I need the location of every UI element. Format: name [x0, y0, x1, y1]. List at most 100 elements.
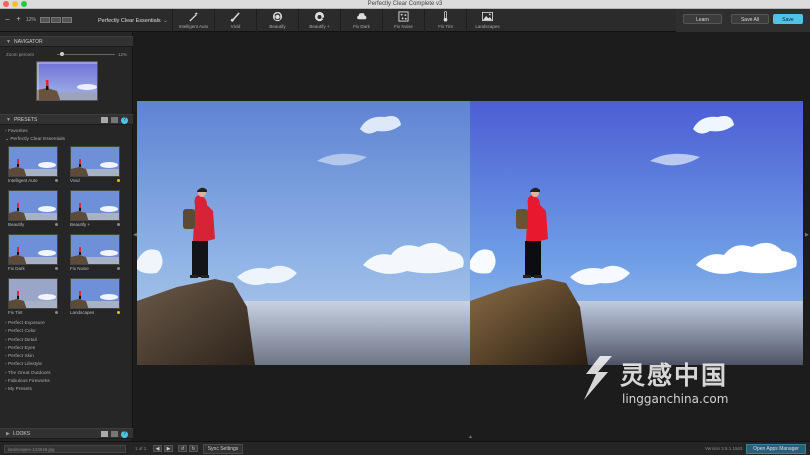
presets-header[interactable]: ▼ PRESETS ?	[0, 114, 133, 125]
preset-thumbnail[interactable]: Fix Tint	[8, 278, 58, 321]
before-photo	[137, 101, 470, 365]
tree-item[interactable]: › Perfect Detail	[5, 337, 51, 345]
tool-beautify[interactable]: Beautify	[256, 9, 298, 32]
zoom-in-button[interactable]: +	[15, 16, 22, 23]
tree-item-essentials[interactable]: ⌄ Perfectly Clear Essentials	[5, 136, 65, 144]
tool-intelligent-auto[interactable]: Intelligent Auto	[172, 9, 214, 32]
grid-view-icon[interactable]	[101, 431, 108, 437]
preset-thumbnail[interactable]: Landscapes	[70, 278, 120, 321]
looks-header[interactable]: ▶ LOOKS ?	[0, 428, 133, 439]
zoom-percent-knob[interactable]	[60, 52, 64, 56]
looks-title: LOOKS	[12, 431, 31, 437]
tool-label: Vivid	[230, 24, 241, 29]
cloud-icon	[357, 13, 367, 20]
save-all-button[interactable]: Save All	[731, 14, 769, 24]
tree-item-favorites[interactable]: › Favorites	[5, 128, 65, 136]
help-icon[interactable]: ?	[121, 117, 128, 124]
sync-settings-button[interactable]: Sync Settings	[203, 444, 243, 454]
view-mode-buttons	[40, 16, 73, 23]
preset-thumbnail[interactable]: Fix Dark	[8, 234, 58, 277]
version-label: Version 3.5.1.1563	[705, 446, 743, 451]
navigator-image	[37, 62, 97, 100]
preset-image	[70, 146, 120, 177]
preset-thumbnail[interactable]: Fix Noise	[70, 234, 120, 277]
watermark-en: lingganchina.com	[622, 392, 729, 406]
favorite-dot-icon[interactable]	[55, 311, 58, 314]
next-image-button[interactable]: ▶	[164, 445, 173, 452]
watermark-cn: 灵感中国	[620, 361, 729, 390]
preset-thumbnail[interactable]: Intelligent Auto	[8, 146, 58, 189]
tree-item[interactable]: › Perfect Exposure	[5, 320, 51, 328]
tool-label: Beautify +	[309, 24, 330, 29]
rotate-right-button[interactable]: ↻	[189, 445, 198, 452]
collapse-left-panel-icon[interactable]: ◀	[133, 232, 137, 238]
favorite-dot-icon[interactable]	[117, 267, 120, 270]
preset-group-select[interactable]: Perfectly Clear Essentials ⌄	[98, 16, 170, 26]
title-bar: Perfectly Clear Complete v3	[0, 0, 810, 9]
favorite-dot-icon[interactable]	[55, 223, 58, 226]
presets-panel-icons: ?	[101, 117, 128, 124]
help-icon[interactable]: ?	[121, 431, 128, 438]
watermark: 灵感中国 lingganchina.com	[578, 352, 798, 416]
tool-beautify-plus[interactable]: Beautify +	[298, 9, 340, 32]
tool-fix-tint[interactable]: Fix Tint	[424, 9, 466, 32]
preset-label: Fix Noise	[70, 266, 89, 271]
favorite-star-icon[interactable]	[117, 311, 120, 314]
navigator-header[interactable]: ▼ NAVIGATOR	[0, 36, 133, 47]
tool-vivid[interactable]: Vivid	[214, 9, 256, 32]
open-apps-manager-button[interactable]: Open Apps Manager	[746, 444, 806, 454]
tool-label: Intelligent Auto	[178, 24, 209, 29]
favorite-dot-icon[interactable]	[117, 223, 120, 226]
tool-landscapes[interactable]: Landscapes	[466, 9, 508, 32]
after-image[interactable]	[470, 101, 803, 365]
favorite-star-icon[interactable]	[117, 179, 120, 182]
prev-image-button[interactable]: ◀	[153, 445, 162, 452]
preset-image	[70, 234, 120, 265]
presets-tree-top: › Favorites ⌄ Perfectly Clear Essentials	[5, 128, 65, 145]
preset-thumbnail[interactable]: Beautify +	[70, 190, 120, 233]
zoom-out-button[interactable]: –	[4, 16, 11, 23]
preset-thumbnail[interactable]: Beautify	[8, 190, 58, 233]
tree-item[interactable]: › Perfect Lifestyle	[5, 361, 51, 369]
view-side-by-side-button[interactable]	[62, 16, 73, 23]
collapse-right-panel-icon[interactable]: ▶	[805, 232, 809, 238]
list-view-icon[interactable]	[111, 431, 118, 437]
learn-button[interactable]: Learn	[683, 14, 722, 24]
preset-label: Intelligent Auto	[8, 178, 38, 183]
zoom-percent-slider[interactable]	[57, 52, 115, 56]
list-view-icon[interactable]	[111, 117, 118, 123]
navigator-title: NAVIGATOR	[13, 39, 43, 45]
tool-label: Fix Tint	[438, 24, 453, 29]
preset-label: Fix Tint	[8, 310, 23, 315]
tool-fix-noise[interactable]: Fix Noise	[382, 9, 424, 32]
watermark-logo-icon	[584, 356, 612, 400]
preset-image	[8, 146, 58, 177]
tool-label: Beautify	[269, 24, 286, 29]
save-button[interactable]: Save	[773, 14, 803, 24]
tree-item[interactable]: › My Presets	[5, 386, 51, 394]
tree-item[interactable]: › Perfect Eyes	[5, 345, 51, 353]
view-single-button[interactable]	[40, 16, 51, 23]
tree-item[interactable]: › Perfect Skin	[5, 353, 51, 361]
chevron-down-icon: ⌄	[162, 18, 168, 24]
preset-thumbnail[interactable]: Vivid	[70, 146, 120, 189]
view-split-button[interactable]	[51, 16, 62, 23]
favorite-dot-icon[interactable]	[55, 179, 58, 182]
grid-view-icon[interactable]	[101, 117, 108, 123]
before-image[interactable]	[137, 101, 470, 365]
tool-fix-dark[interactable]: Fix Dark	[340, 9, 382, 32]
tree-item[interactable]: › The Great Outdoors	[5, 370, 51, 378]
navigator-thumbnail[interactable]	[36, 61, 98, 101]
tree-item[interactable]: › Perfect Color	[5, 328, 51, 336]
presets-tree-bottom: › Perfect Exposure › Perfect Color › Per…	[5, 320, 51, 395]
preset-image	[8, 190, 58, 221]
brush-icon	[230, 12, 240, 22]
preset-image	[8, 278, 58, 309]
collapse-bottom-panel-icon[interactable]: ▲	[468, 434, 473, 440]
filename-field[interactable]: landscapes-123048.jpg	[4, 445, 126, 453]
rotate-left-button[interactable]: ↺	[178, 445, 187, 452]
zoom-percent-value: 12%	[118, 52, 128, 57]
favorite-dot-icon[interactable]	[55, 267, 58, 270]
noise-icon	[398, 11, 409, 22]
tree-item[interactable]: › Fabulous Fireworks	[5, 378, 51, 386]
